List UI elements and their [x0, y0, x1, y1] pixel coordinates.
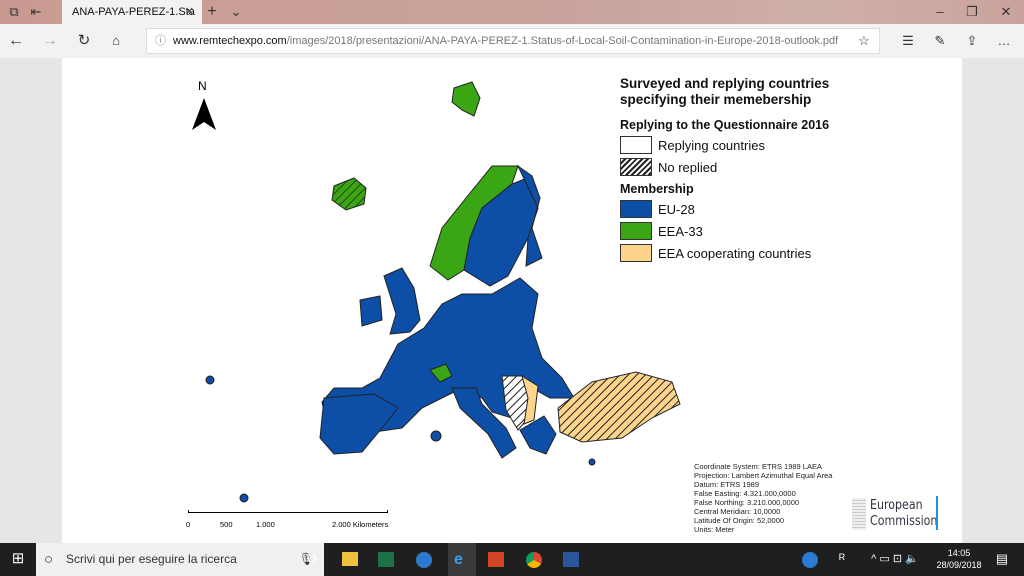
task-view-icon[interactable]: ⧉: [302, 547, 322, 571]
legend-eea-coop: EEA cooperating countries: [658, 246, 812, 261]
clock[interactable]: 14:05 28/09/2018: [934, 547, 984, 571]
restore-icon[interactable]: ❐: [962, 0, 982, 24]
chrome-icon[interactable]: [526, 552, 542, 568]
chevron-down-icon[interactable]: ⌄: [228, 0, 244, 24]
search-placeholder: Scrivi qui per eseguire la ricerca: [66, 552, 237, 566]
scale-label: 2.000 Kilometers: [332, 520, 389, 529]
iceland: [331, 177, 367, 211]
taskbar-search[interactable]: ○ Scrivi qui per eseguire la ricerca 🎙: [36, 543, 324, 576]
windows-start-icon[interactable]: ⊞: [8, 547, 28, 571]
share-icon[interactable]: ⇪: [962, 29, 982, 53]
swatch-eu28: [620, 200, 652, 218]
address-bar[interactable]: ⓘ www.remtechexpo.com/images/2018/present…: [146, 28, 880, 54]
people-icon[interactable]: ᴿ: [834, 547, 850, 571]
nav-bar: ← → ↻ ⌂ ⓘ www.remtechexpo.com/images/2018…: [0, 24, 1024, 58]
url-domain: www.remtechexpo.com: [173, 35, 287, 47]
minimize-icon[interactable]: –: [930, 0, 950, 24]
scale-label: 0: [186, 520, 191, 529]
edge-icon[interactable]: e: [448, 543, 476, 576]
north-label: N: [198, 79, 207, 93]
swatch-eea-coop: [620, 244, 652, 262]
new-tab-icon[interactable]: +: [204, 0, 220, 24]
home-icon[interactable]: ⌂: [106, 29, 126, 53]
set-aside-tabs-icon[interactable]: ⇤: [26, 0, 46, 24]
scale-label: 500: [220, 520, 233, 529]
legend-section-membership: Membership: [620, 182, 694, 196]
system-tray-icons[interactable]: ^ ▭ ⊡ 🔈: [860, 547, 930, 571]
ec-logo: European Commission: [870, 498, 938, 529]
map-metadata: Coordinate System: ETRS 1989 LAEA Project…: [694, 462, 833, 534]
file-explorer-icon[interactable]: [342, 552, 358, 566]
north-arrow-icon: [192, 98, 216, 130]
url-path: /images/2018/presentazioni/ANA-PAYA-PERE…: [286, 35, 839, 47]
turkey: [557, 371, 681, 443]
close-tab-icon[interactable]: ✕: [185, 0, 194, 24]
legend-eea33: EEA-33: [658, 224, 703, 239]
tab-active[interactable]: ANA-PAYA-PEREZ-1.Sta ✕: [62, 0, 202, 24]
tab-bar: ⧉ ⇤ ANA-PAYA-PEREZ-1.Sta ✕ + ⌄ – ❐ ✕: [0, 0, 1024, 24]
refresh-icon[interactable]: ↻: [74, 29, 94, 53]
ireland: [359, 295, 383, 327]
logo-bar: [936, 496, 938, 530]
tab-title: ANA-PAYA-PEREZ-1.Sta: [72, 6, 195, 18]
swatch-no-replied: [620, 158, 652, 176]
favorites-hub-icon[interactable]: ☰: [898, 29, 918, 53]
notifications-icon[interactable]: ▤: [992, 547, 1012, 571]
help-icon[interactable]: [802, 552, 818, 568]
word-icon[interactable]: [563, 552, 579, 567]
tab-preview-icon[interactable]: ⧉: [4, 0, 24, 24]
excel-icon[interactable]: [378, 552, 394, 567]
app-icon[interactable]: [416, 552, 432, 568]
legend-eu28: EU-28: [658, 202, 695, 217]
close-window-icon[interactable]: ✕: [996, 0, 1016, 24]
legend-replying: Replying countries: [658, 138, 765, 153]
favorite-star-icon[interactable]: ☆: [854, 29, 874, 53]
swatch-eea33: [620, 222, 652, 240]
search-icon: ○: [44, 551, 54, 568]
scale-label: 1.000: [256, 520, 275, 529]
powerpoint-icon[interactable]: [488, 552, 504, 567]
forward-icon[interactable]: →: [40, 29, 60, 53]
info-icon: ⓘ: [155, 35, 166, 47]
pen-icon[interactable]: ✎: [930, 29, 950, 53]
legend-title: Surveyed and replying countries specifyi…: [620, 76, 830, 107]
legend-no-replied: No replied: [658, 160, 718, 175]
uk: [383, 267, 421, 335]
legend-section-questionnaire: Replying to the Questionnaire 2016: [620, 118, 830, 132]
scale-bar: [188, 510, 388, 513]
swatch-replying: [620, 136, 652, 154]
back-icon[interactable]: ←: [6, 29, 26, 53]
svalbard: [451, 81, 481, 117]
ec-logo-icon: [852, 498, 866, 530]
taskbar: ⊞ ○ Scrivi qui per eseguire la ricerca 🎙 ⧉…: [0, 543, 1024, 576]
more-icon[interactable]: …: [994, 29, 1014, 53]
